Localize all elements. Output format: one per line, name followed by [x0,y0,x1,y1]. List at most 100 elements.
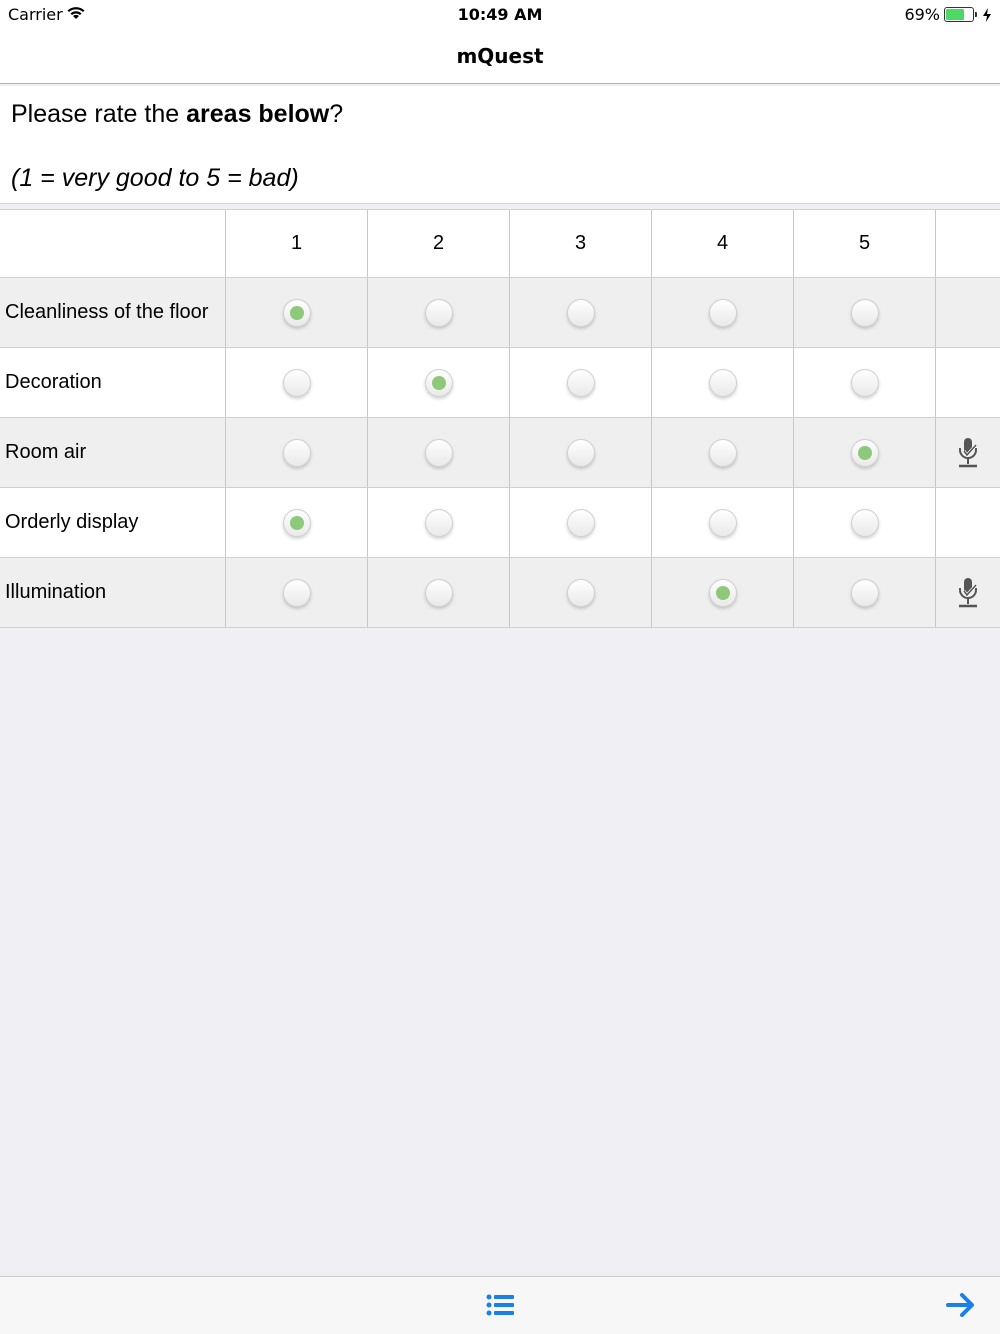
row-label: Illumination [0,558,226,627]
rating-radio-3[interactable] [566,438,595,467]
rating-cell [794,418,936,487]
rating-radio-2[interactable] [424,368,453,397]
rating-cell [368,418,510,487]
rating-radio-3[interactable] [566,368,595,397]
battery-icon [944,7,977,22]
rating-radio-1[interactable] [282,578,311,607]
rating-radio-3[interactable] [566,508,595,537]
rating-grid: 1 2 3 4 5 Cleanliness of the floor Decora… [0,209,1000,628]
battery-fill [946,9,964,20]
rating-cell [226,418,368,487]
rating-cell [510,278,652,347]
rating-cell [794,488,936,557]
row-label: Cleanliness of the floor [0,278,226,347]
rating-cell [226,278,368,347]
rating-radio-2[interactable] [424,578,453,607]
scale-hint: (1 = very good to 5 = bad) [11,164,299,192]
list-icon[interactable] [486,1293,514,1317]
grid-row: Orderly display [0,488,1000,558]
rating-radio-1[interactable] [282,298,311,327]
mic-cell [936,418,1000,487]
mic-cell [936,278,1000,347]
grid-row: Illumination [0,558,1000,628]
rating-cell [368,348,510,417]
mic-cell [936,348,1000,417]
status-bar: Carrier 10:49 AM 69% [0,0,1000,28]
rating-cell [510,488,652,557]
rating-radio-2[interactable] [424,298,453,327]
rating-cell [510,348,652,417]
radio-selected-dot [431,375,446,390]
rating-radio-1[interactable] [282,508,311,537]
rating-cell [652,418,794,487]
nav-title: mQuest [456,44,544,68]
radio-selected-dot [715,585,730,600]
header-mic-cell [936,210,1000,277]
grid-row: Room air [0,418,1000,488]
grid-body: Cleanliness of the floor Decoration Room a… [0,278,1000,628]
rating-cell [226,488,368,557]
row-label: Orderly display [0,488,226,557]
rating-cell [510,418,652,487]
mic-cell [936,558,1000,627]
rating-radio-2[interactable] [424,508,453,537]
grid-row: Decoration [0,348,1000,418]
rating-cell [794,278,936,347]
rating-radio-4[interactable] [708,298,737,327]
column-header: 5 [794,210,936,277]
rating-radio-5[interactable] [850,438,879,467]
question-bold: areas below [186,100,330,128]
rating-radio-3[interactable] [566,578,595,607]
rating-radio-4[interactable] [708,578,737,607]
grid-header-row: 1 2 3 4 5 [0,209,1000,278]
row-label: Room air [0,418,226,487]
mic-cell [936,488,1000,557]
rating-radio-5[interactable] [850,508,879,537]
rating-cell [368,278,510,347]
rating-radio-1[interactable] [282,368,311,397]
question-text: Please rate the areas below? [11,100,343,129]
rating-cell [794,348,936,417]
column-header: 3 [510,210,652,277]
question-suffix: ? [329,100,344,128]
rating-cell [652,488,794,557]
rating-cell [510,558,652,627]
battery-status: 69% [904,5,992,24]
column-header: 2 [368,210,510,277]
rating-cell [368,558,510,627]
navigation-bar: mQuest [0,28,1000,84]
rating-radio-4[interactable] [708,438,737,467]
column-header: 1 [226,210,368,277]
rating-cell [652,558,794,627]
rating-cell [794,558,936,627]
rating-cell [368,488,510,557]
rating-radio-5[interactable] [850,368,879,397]
row-label: Decoration [0,348,226,417]
bottom-toolbar [0,1276,1000,1334]
microphone-icon[interactable] [955,577,981,609]
rating-radio-3[interactable] [566,298,595,327]
grid-row: Cleanliness of the floor [0,278,1000,348]
header-label-cell [0,210,226,277]
question-header: Please rate the areas below? (1 = very g… [0,86,1000,204]
radio-selected-dot [289,515,304,530]
rating-radio-4[interactable] [708,368,737,397]
arrow-right-icon[interactable] [946,1293,976,1317]
question-prefix: Please rate the [11,100,187,128]
rating-radio-5[interactable] [850,298,879,327]
rating-radio-2[interactable] [424,438,453,467]
rating-radio-5[interactable] [850,578,879,607]
clock: 10:49 AM [457,5,543,24]
rating-radio-4[interactable] [708,508,737,537]
rating-radio-1[interactable] [282,438,311,467]
charging-bolt-icon [983,7,991,22]
rating-cell [652,278,794,347]
microphone-icon[interactable] [955,437,981,469]
radio-selected-dot [289,305,304,320]
battery-percent: 69% [904,5,940,24]
rating-cell [652,348,794,417]
rating-cell [226,558,368,627]
rating-cell [226,348,368,417]
column-header: 4 [652,210,794,277]
radio-selected-dot [857,445,872,460]
